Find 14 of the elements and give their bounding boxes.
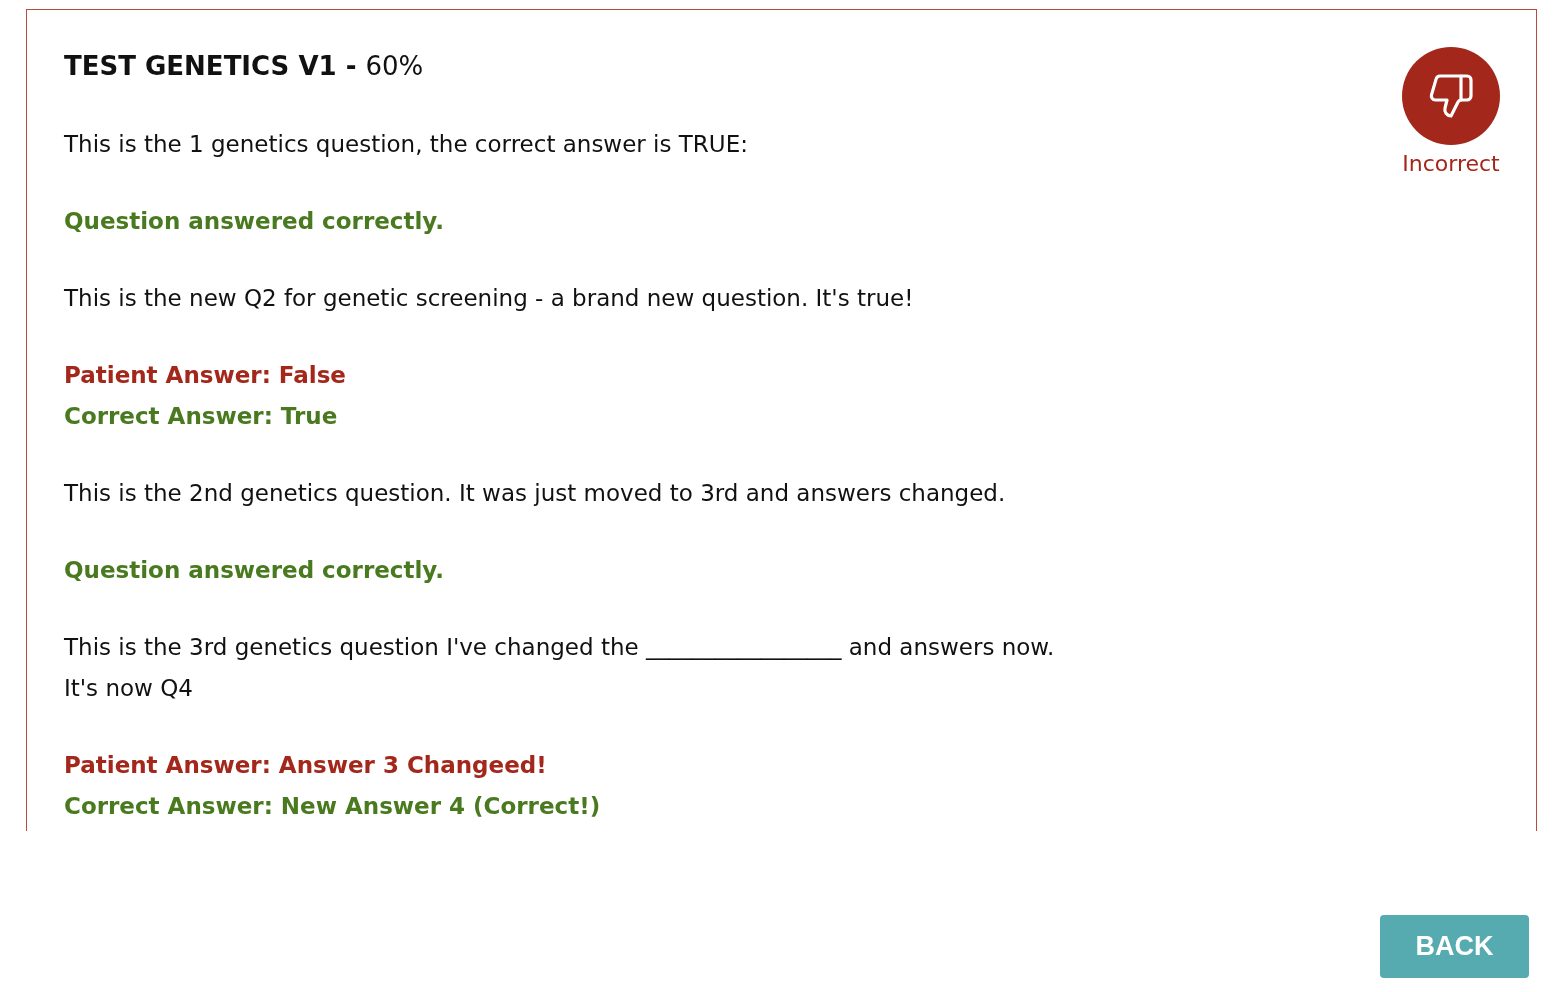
test-title: TEST GENETICS V1 - 60% xyxy=(64,50,425,83)
back-button[interactable]: BACK xyxy=(1380,915,1529,978)
verdict-label: Incorrect xyxy=(1402,151,1500,176)
thumbs-down-icon xyxy=(1427,72,1475,120)
question-text: This is the new Q2 for genetic screening - a brand new question. It's true! xyxy=(64,284,915,313)
correct-answer: Correct Answer: New Answer 4 (Correct!) xyxy=(64,792,602,821)
correct-note: Question answered correctly. xyxy=(64,207,445,236)
question-text: This is the 3rd genetics question I've changed the _________________ and answers now. It's now Q4 xyxy=(64,633,1056,703)
correct-answer: Correct Answer: True xyxy=(64,402,339,431)
question-text: This is the 1 genetics question, the correct answer is TRUE: xyxy=(64,130,749,159)
question-text: This is the 2nd genetics question. It was just moved to 3rd and answers changed. xyxy=(64,479,1007,508)
patient-answer: Patient Answer: Answer 3 Changeed! xyxy=(64,751,548,780)
patient-answer: Patient Answer: False xyxy=(64,361,347,390)
correct-note: Question answered correctly. xyxy=(64,556,445,585)
